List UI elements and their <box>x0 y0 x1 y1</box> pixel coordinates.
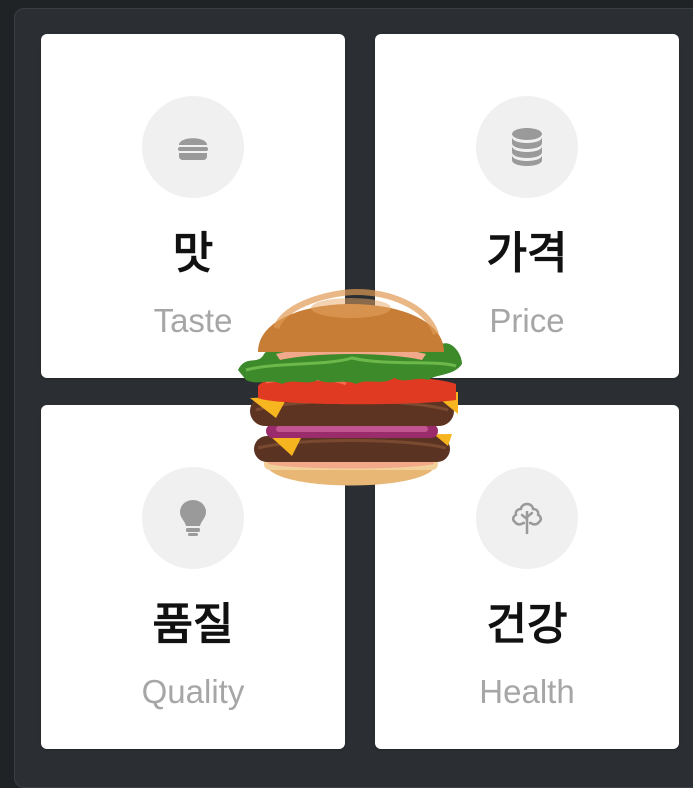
tree-icon <box>511 502 543 534</box>
card-title: 가격 <box>486 228 568 279</box>
coins-icon <box>512 128 542 166</box>
burger-image <box>238 288 462 486</box>
card-title: 맛 <box>172 228 214 279</box>
icon-circle <box>142 467 244 569</box>
card-title: 건강 <box>486 599 568 650</box>
icon-circle <box>476 467 578 569</box>
card-subtitle: Quality <box>141 673 245 710</box>
card-title: 품질 <box>152 599 234 650</box>
icon-circle <box>142 96 244 198</box>
card-subtitle: Health <box>479 673 575 710</box>
icon-circle <box>476 96 578 198</box>
lightbulb-icon <box>180 500 206 536</box>
burger-icon <box>178 138 208 160</box>
